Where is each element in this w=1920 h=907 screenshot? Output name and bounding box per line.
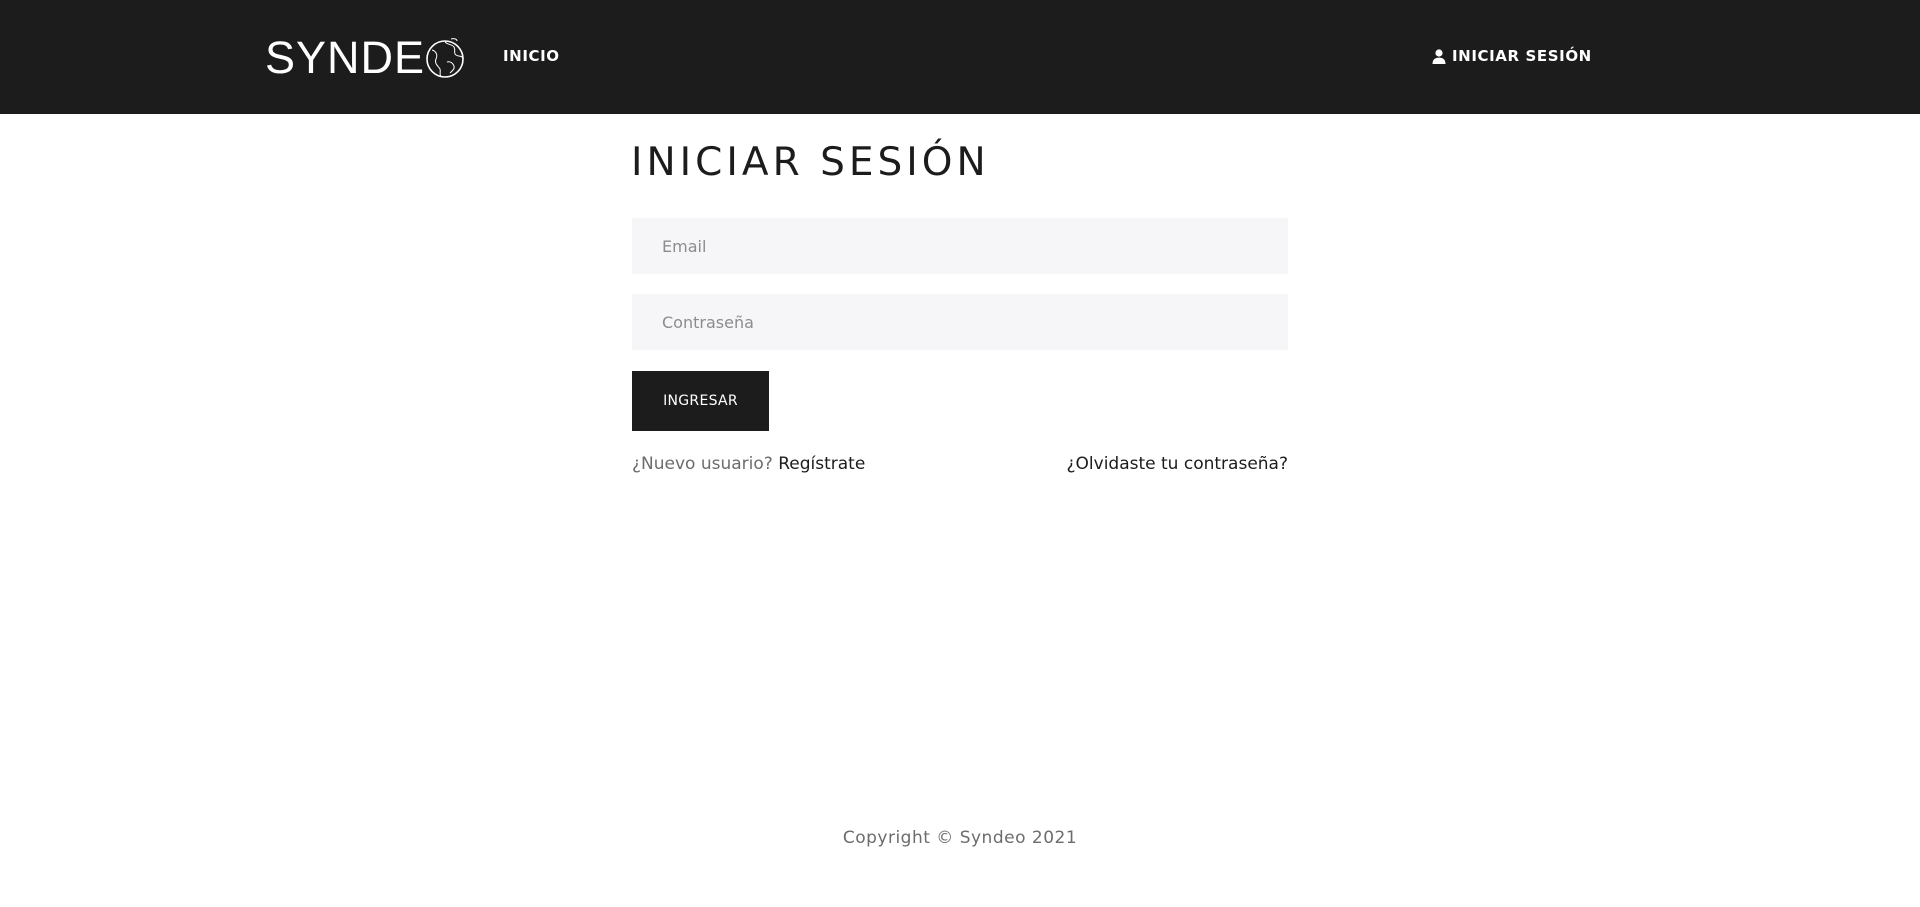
logo[interactable]: SYNDE xyxy=(265,32,467,83)
login-submit-button[interactable]: INGRESAR xyxy=(632,371,769,431)
nav-login-link[interactable]: INICIAR SESIÓN xyxy=(1432,45,1592,67)
top-navbar: SYNDE INICIO INICIAR SESIÓN xyxy=(0,0,1920,114)
auth-links-row: ¿Nuevo usuario? Regístrate ¿Olvidaste tu… xyxy=(632,452,1288,476)
forgot-password-link[interactable]: ¿Olvidaste tu contraseña? xyxy=(1067,452,1288,476)
new-user-prefix: ¿Nuevo usuario? xyxy=(632,454,779,474)
user-icon xyxy=(1432,48,1446,64)
nav-home-link[interactable]: INICIO xyxy=(503,45,560,67)
nav-login-label: INICIAR SESIÓN xyxy=(1452,47,1592,65)
page-title: INICIAR SESIÓN xyxy=(631,140,990,185)
globe-icon xyxy=(426,38,464,78)
footer-copyright: Copyright © Syndeo 2021 xyxy=(842,828,1078,848)
password-field[interactable] xyxy=(632,294,1288,350)
email-field[interactable] xyxy=(632,218,1288,274)
logo-text: SYNDE xyxy=(265,32,426,83)
register-link[interactable]: Regístrate xyxy=(778,454,865,474)
new-user-text: ¿Nuevo usuario? Regístrate xyxy=(632,452,865,476)
